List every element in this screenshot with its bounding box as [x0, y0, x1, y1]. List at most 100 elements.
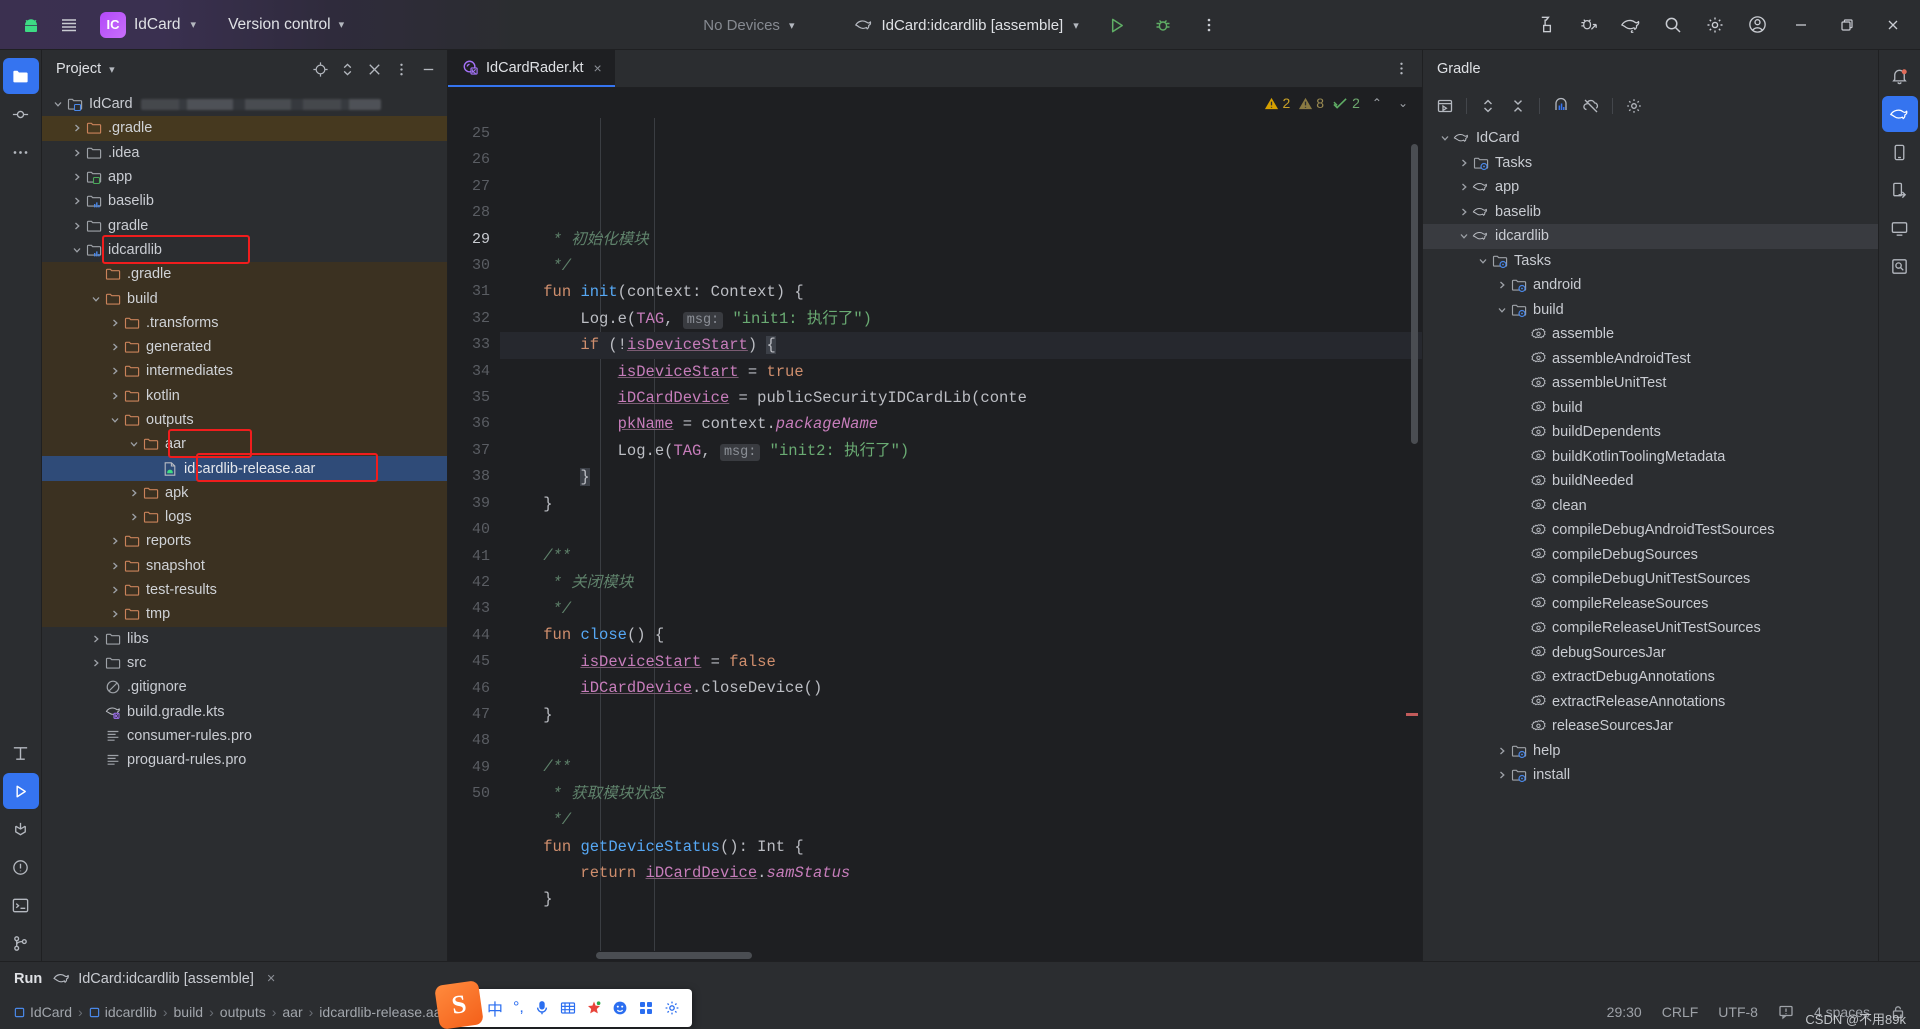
- sidebar-item-build[interactable]: [3, 811, 39, 847]
- tree-row[interactable]: intermediates: [42, 359, 447, 384]
- editor-vertical-scrollbar[interactable]: [1411, 144, 1418, 444]
- app-inspection-icon[interactable]: [1882, 248, 1918, 284]
- code-line[interactable]: }: [500, 491, 1422, 517]
- tree-row[interactable]: .transforms: [42, 310, 447, 335]
- code-line[interactable]: */: [500, 596, 1422, 622]
- close-tab-icon[interactable]: ×: [591, 60, 605, 76]
- tree-row[interactable]: proguard-rules.pro: [42, 748, 447, 772]
- code-line[interactable]: fun init(context: Context) {: [500, 279, 1422, 305]
- sidebar-item-problems[interactable]: [3, 849, 39, 885]
- expand-arrow-icon[interactable]: [1494, 280, 1510, 290]
- expand-arrow-icon[interactable]: [107, 585, 123, 595]
- code-line[interactable]: return iDCardDevice.samStatus: [500, 860, 1422, 886]
- gradle-tree-row[interactable]: buildKotlinToolingMetadata: [1423, 445, 1878, 470]
- project-selector[interactable]: IC IdCard ▾: [94, 8, 206, 42]
- emulator-icon[interactable]: [1882, 210, 1918, 246]
- tree-row[interactable]: outputs: [42, 407, 447, 433]
- expand-arrow-icon[interactable]: [126, 512, 142, 522]
- gradle-tree-row[interactable]: compileDebugSources: [1423, 543, 1878, 568]
- tree-row[interactable]: test-results: [42, 577, 447, 603]
- close-run-tab-icon[interactable]: ×: [267, 971, 275, 987]
- code-line[interactable]: fun close() {: [500, 622, 1422, 648]
- debug-button[interactable]: [1145, 7, 1181, 43]
- expand-arrow-icon[interactable]: [69, 148, 85, 158]
- code-line[interactable]: /**: [500, 754, 1422, 780]
- emoji-icon[interactable]: [612, 1000, 628, 1016]
- gradle-tree-row[interactable]: assembleUnitTest: [1423, 371, 1878, 396]
- hamburger-menu-icon[interactable]: [50, 6, 88, 44]
- gradle-tree-row[interactable]: extractDebugAnnotations: [1423, 665, 1878, 690]
- minimize-icon[interactable]: [1778, 0, 1824, 50]
- version-control-menu[interactable]: Version control ▾: [218, 11, 354, 39]
- expand-arrow-icon[interactable]: [69, 123, 85, 133]
- gradle-tree-row[interactable]: help: [1423, 739, 1878, 764]
- device-selector[interactable]: No Devices ▾: [693, 12, 804, 39]
- tree-row[interactable]: generated: [42, 334, 447, 360]
- notifications-bell-icon[interactable]: [1882, 58, 1918, 94]
- expand-arrow-icon[interactable]: [69, 245, 85, 255]
- tree-row[interactable]: .gradle: [42, 116, 447, 141]
- minimize-panel-icon[interactable]: [415, 56, 441, 82]
- breadcrumb-item[interactable]: outputs: [220, 1004, 266, 1020]
- gradle-tree-row[interactable]: compileReleaseSources: [1423, 592, 1878, 617]
- hide-icon[interactable]: [361, 56, 387, 82]
- expand-arrow-icon[interactable]: [1494, 746, 1510, 756]
- project-tree[interactable]: IdCard .gradle .idea app baselib gradle idcard…: [42, 88, 447, 961]
- expand-arrow-icon[interactable]: [107, 415, 123, 425]
- expand-arrow-icon[interactable]: [1456, 207, 1472, 217]
- gradle-tree-row[interactable]: app: [1423, 175, 1878, 200]
- settings-gear-icon[interactable]: [1694, 5, 1736, 45]
- code-line[interactable]: [500, 728, 1422, 754]
- gradle-tree-row[interactable]: compileReleaseUnitTestSources: [1423, 616, 1878, 641]
- gradle-tree-row[interactable]: IdCard: [1423, 126, 1878, 151]
- breadcrumb-item[interactable]: idcardlib: [89, 1004, 157, 1020]
- apps-grid-icon[interactable]: [638, 1000, 654, 1016]
- expand-arrow-icon[interactable]: [88, 294, 104, 304]
- tree-row[interactable]: libs: [42, 627, 447, 651]
- tree-row[interactable]: .idea: [42, 141, 447, 165]
- gradle-tree-row[interactable]: debugSourcesJar: [1423, 641, 1878, 666]
- tree-row[interactable]: build.gradle.kts: [42, 699, 447, 723]
- gradle-tree-row[interactable]: buildDependents: [1423, 420, 1878, 445]
- sidebar-item-git[interactable]: [3, 925, 39, 961]
- expand-arrow-icon[interactable]: [69, 196, 85, 206]
- gradle-tree-row[interactable]: install: [1423, 763, 1878, 788]
- tree-row[interactable]: app: [42, 165, 447, 189]
- execute-task-icon[interactable]: [1431, 93, 1459, 119]
- gradle-tree-row[interactable]: assemble: [1423, 322, 1878, 347]
- gradle-tree-row[interactable]: android: [1423, 273, 1878, 298]
- code-line[interactable]: pkName = context.packageName: [500, 411, 1422, 437]
- gradle-tree-row[interactable]: idcardlib: [1423, 224, 1878, 249]
- device-file-explorer-icon[interactable]: [1882, 172, 1918, 208]
- warning-count-indicator[interactable]: 8: [1298, 95, 1324, 111]
- gradle-tree-row[interactable]: compileDebugAndroidTestSources: [1423, 518, 1878, 543]
- code-line[interactable]: }: [500, 702, 1422, 728]
- sidebar-item-terminal[interactable]: [3, 887, 39, 923]
- ime-toolbar[interactable]: S 中 °,: [434, 980, 692, 1029]
- ok-indicator[interactable]: 2: [1332, 95, 1360, 111]
- expand-arrow-icon[interactable]: [69, 221, 85, 231]
- tree-row[interactable]: snapshot: [42, 553, 447, 578]
- file-encoding[interactable]: UTF-8: [1718, 1004, 1758, 1020]
- expand-arrow-icon[interactable]: [107, 561, 123, 571]
- tree-row[interactable]: .gradle: [42, 262, 447, 287]
- expand-arrow-icon[interactable]: [1456, 158, 1472, 168]
- breadcrumb-item[interactable]: IdCard: [14, 1004, 72, 1020]
- gradle-tree-row[interactable]: build: [1423, 396, 1878, 421]
- code-line[interactable]: Log.e(TAG, msg: "init2: 执行了"): [500, 438, 1422, 464]
- expand-arrow-icon[interactable]: [107, 366, 123, 376]
- tree-row[interactable]: kotlin: [42, 383, 447, 408]
- gradle-tree-row[interactable]: buildNeeded: [1423, 469, 1878, 494]
- code-editor[interactable]: 25 26 27 28 29 30 31 32 33 34 35 36 37 38 39 40 41 42 43 44…: [448, 118, 1422, 961]
- code-content[interactable]: * 初始化模块 */ fun init(context: Context) { …: [500, 118, 1422, 961]
- expand-arrow-icon[interactable]: [1494, 305, 1510, 315]
- close-icon[interactable]: [1870, 0, 1916, 50]
- error-count-indicator[interactable]: 2: [1264, 95, 1290, 111]
- settings-gear-icon[interactable]: [1620, 93, 1648, 119]
- code-line[interactable]: }: [500, 464, 1422, 490]
- tree-row[interactable]: src: [42, 651, 447, 675]
- expand-arrow-icon[interactable]: [1456, 231, 1472, 241]
- gradle-tree-row[interactable]: clean: [1423, 494, 1878, 519]
- expand-arrow-icon[interactable]: [126, 488, 142, 498]
- sidebar-item-run[interactable]: [2, 773, 39, 809]
